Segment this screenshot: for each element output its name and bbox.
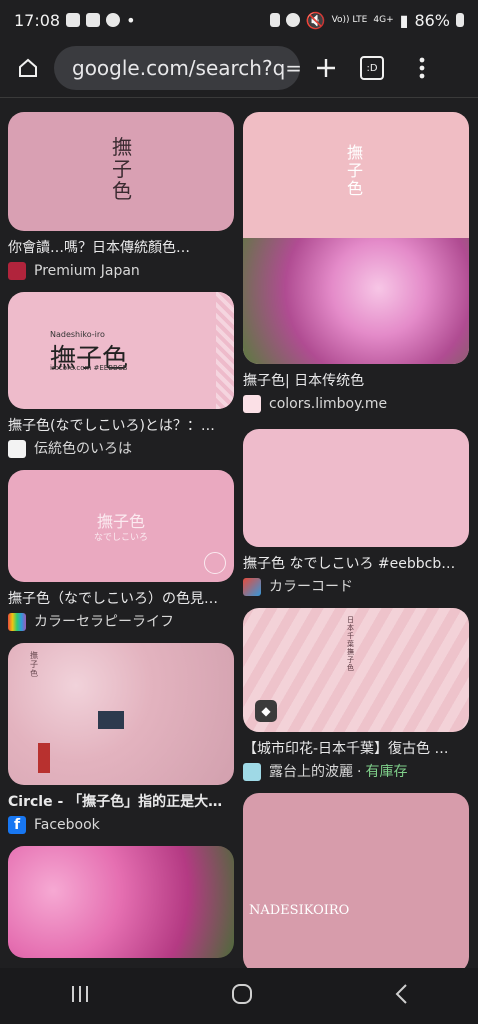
- result-card[interactable]: Nadeshiko-iro 撫子色 irocore.com #EEBBCB 撫子…: [8, 292, 234, 458]
- tab-switcher-button[interactable]: :D: [354, 50, 390, 86]
- more-notifications-dot-icon: •: [126, 10, 136, 30]
- result-card[interactable]: NADESIKOIRO: [243, 793, 469, 973]
- result-source[interactable]: 露台上的波麗 · 有庫存: [243, 763, 469, 781]
- flower-photo: [243, 238, 469, 364]
- home-button[interactable]: [10, 50, 46, 86]
- menu-button[interactable]: [404, 50, 440, 86]
- browser-toolbar: google.com/search?q= :D: [0, 40, 478, 96]
- result-thumbnail[interactable]: [8, 846, 234, 958]
- signal-strength-icon: ▮: [399, 10, 409, 30]
- results-column-left: 撫子色 你會讀…嗎？日本傳統顏色… Premium Japan Nadeshik…: [8, 112, 234, 958]
- result-card[interactable]: 撫子色 なでしこいろ #eebbcb… カラーコード: [243, 429, 469, 596]
- result-thumbnail[interactable]: NADESIKOIRO: [243, 793, 469, 973]
- result-thumbnail[interactable]: 撫子色 なでしこいろ: [8, 470, 234, 582]
- home-circle-icon: [231, 984, 252, 1004]
- result-source[interactable]: Premium Japan: [8, 262, 234, 280]
- thumbnail-text: 撫子色: [30, 651, 38, 678]
- post-shape: [38, 743, 50, 773]
- signal-notification-icon: [66, 13, 81, 27]
- results-column-right: 撫子色 撫子色| 日本传统色 colors.limboy.me 撫子色 なでしこ…: [243, 112, 469, 973]
- tab-count: :D: [360, 56, 384, 80]
- result-source[interactable]: カラーコード: [243, 578, 469, 596]
- result-title[interactable]: 撫子色 なでしこいろ #eebbcb…: [243, 555, 469, 573]
- mute-icon: 🔇: [305, 10, 326, 30]
- source-label: 露台上的波麗: [269, 764, 353, 780]
- thumbnail-text: 撫子色: [112, 135, 132, 203]
- battery-level: 86%: [414, 10, 450, 30]
- result-source[interactable]: f Facebook: [8, 816, 234, 834]
- stock-status: 有庫存: [365, 764, 408, 780]
- result-thumbnail[interactable]: [243, 429, 469, 547]
- status-left: 17:08 •: [14, 11, 136, 30]
- gallery-notification-icon: [86, 13, 101, 27]
- sign-shape: [98, 711, 124, 729]
- source-label: カラーコード: [269, 579, 353, 595]
- alarm-icon: [285, 13, 300, 27]
- premium-japan-favicon-icon: [8, 262, 26, 280]
- thumbnail-subtext: なでしこいろ: [93, 533, 148, 543]
- color-code-favicon-icon: [243, 578, 261, 596]
- result-thumbnail[interactable]: 撫子色: [8, 112, 234, 231]
- result-card[interactable]: 撫子色 你會讀…嗎？日本傳統顏色… Premium Japan: [8, 112, 234, 280]
- home-nav-button[interactable]: [231, 983, 253, 1009]
- source-label: 伝統色のいろは: [34, 441, 132, 457]
- result-title[interactable]: Circle - 「撫子色」指的正是大…: [8, 793, 234, 811]
- nfc-icon: [269, 13, 280, 27]
- thumbnail-text: NADESIKOIRO: [249, 903, 350, 918]
- url-text: google.com/search?q=: [72, 56, 300, 80]
- thumbnail-text: 撫子色: [96, 512, 145, 531]
- result-title[interactable]: 【城市印花-日本千葉】復古色 …: [243, 740, 469, 758]
- iroha-favicon-icon: [8, 440, 26, 458]
- source-label: Premium Japan: [34, 263, 140, 279]
- result-thumbnail[interactable]: Nadeshiko-iro 撫子色 irocore.com #EEBBCB: [8, 292, 234, 409]
- color-therapy-favicon-icon: [8, 613, 26, 631]
- new-tab-button[interactable]: [308, 50, 344, 86]
- result-thumbnail[interactable]: 撫子色: [243, 112, 469, 364]
- shopping-tag-icon[interactable]: ◆: [255, 700, 277, 722]
- result-thumbnail[interactable]: 日本千葉 撫子色 ◆: [243, 608, 469, 732]
- result-source[interactable]: colors.limboy.me: [243, 395, 469, 413]
- result-card[interactable]: [8, 846, 234, 958]
- system-navigation-bar: [0, 968, 478, 1024]
- status-bar: 17:08 • 🔇 Vo)) LTE 4G+ ▮ 86%: [0, 0, 478, 40]
- pattern-strip: [216, 292, 234, 409]
- back-button[interactable]: [394, 983, 408, 1009]
- result-title[interactable]: 撫子色（なでしこいろ）の色見…: [8, 590, 234, 608]
- source-label: カラーセラピーライフ: [34, 614, 174, 630]
- result-title[interactable]: 撫子色(なでしこいろ)とは？：…: [8, 417, 234, 435]
- more-vert-icon: [419, 57, 425, 79]
- thumbnail-text: 日本千葉 撫子色: [347, 616, 354, 672]
- separator-dot: ·: [357, 764, 362, 780]
- network-type-label: 4G+: [373, 14, 394, 25]
- recent-apps-button[interactable]: [70, 985, 90, 1007]
- result-title[interactable]: 撫子色| 日本传统色: [243, 372, 469, 390]
- polly-favicon-icon: [243, 763, 261, 781]
- result-card[interactable]: 撫子色 なでしこいろ 撫子色（なでしこいろ）の色見… カラーセラピーライフ: [8, 470, 234, 631]
- home-icon: [19, 58, 37, 77]
- thumbnail-logo-icon: [204, 552, 226, 574]
- source-label: Facebook: [34, 817, 100, 833]
- result-source[interactable]: カラーセラピーライフ: [8, 613, 234, 631]
- app-notification-icon: [106, 13, 121, 27]
- thumbnail-text: 撫子色: [347, 143, 364, 198]
- plus-icon: [317, 59, 335, 77]
- address-bar[interactable]: google.com/search?q=: [54, 46, 300, 90]
- source-label: colors.limboy.me: [269, 396, 388, 412]
- battery-icon: [456, 13, 464, 27]
- limboy-favicon-icon: [243, 395, 261, 413]
- result-thumbnail[interactable]: 撫子色: [8, 643, 234, 785]
- status-time: 17:08: [14, 10, 61, 30]
- facebook-favicon-icon: f: [8, 816, 26, 834]
- result-card[interactable]: 撫子色 Circle - 「撫子色」指的正是大… f Facebook: [8, 643, 234, 834]
- toolbar-divider: [0, 97, 478, 98]
- result-card[interactable]: 撫子色 撫子色| 日本传统色 colors.limboy.me: [243, 112, 469, 413]
- result-card[interactable]: 日本千葉 撫子色 ◆ 【城市印花-日本千葉】復古色 … 露台上的波麗 · 有庫存: [243, 608, 469, 781]
- result-source[interactable]: 伝統色のいろは: [8, 440, 234, 458]
- thumbnail-subtext: irocore.com #EEBBCB: [50, 364, 128, 372]
- back-chevron-icon: [395, 984, 407, 1004]
- volte-label: Vo)) LTE: [331, 14, 368, 25]
- recent-apps-icon: [72, 986, 89, 1002]
- status-right: 🔇 Vo)) LTE 4G+ ▮ 86%: [269, 10, 464, 30]
- result-title[interactable]: 你會讀…嗎？日本傳統顏色…: [8, 239, 234, 257]
